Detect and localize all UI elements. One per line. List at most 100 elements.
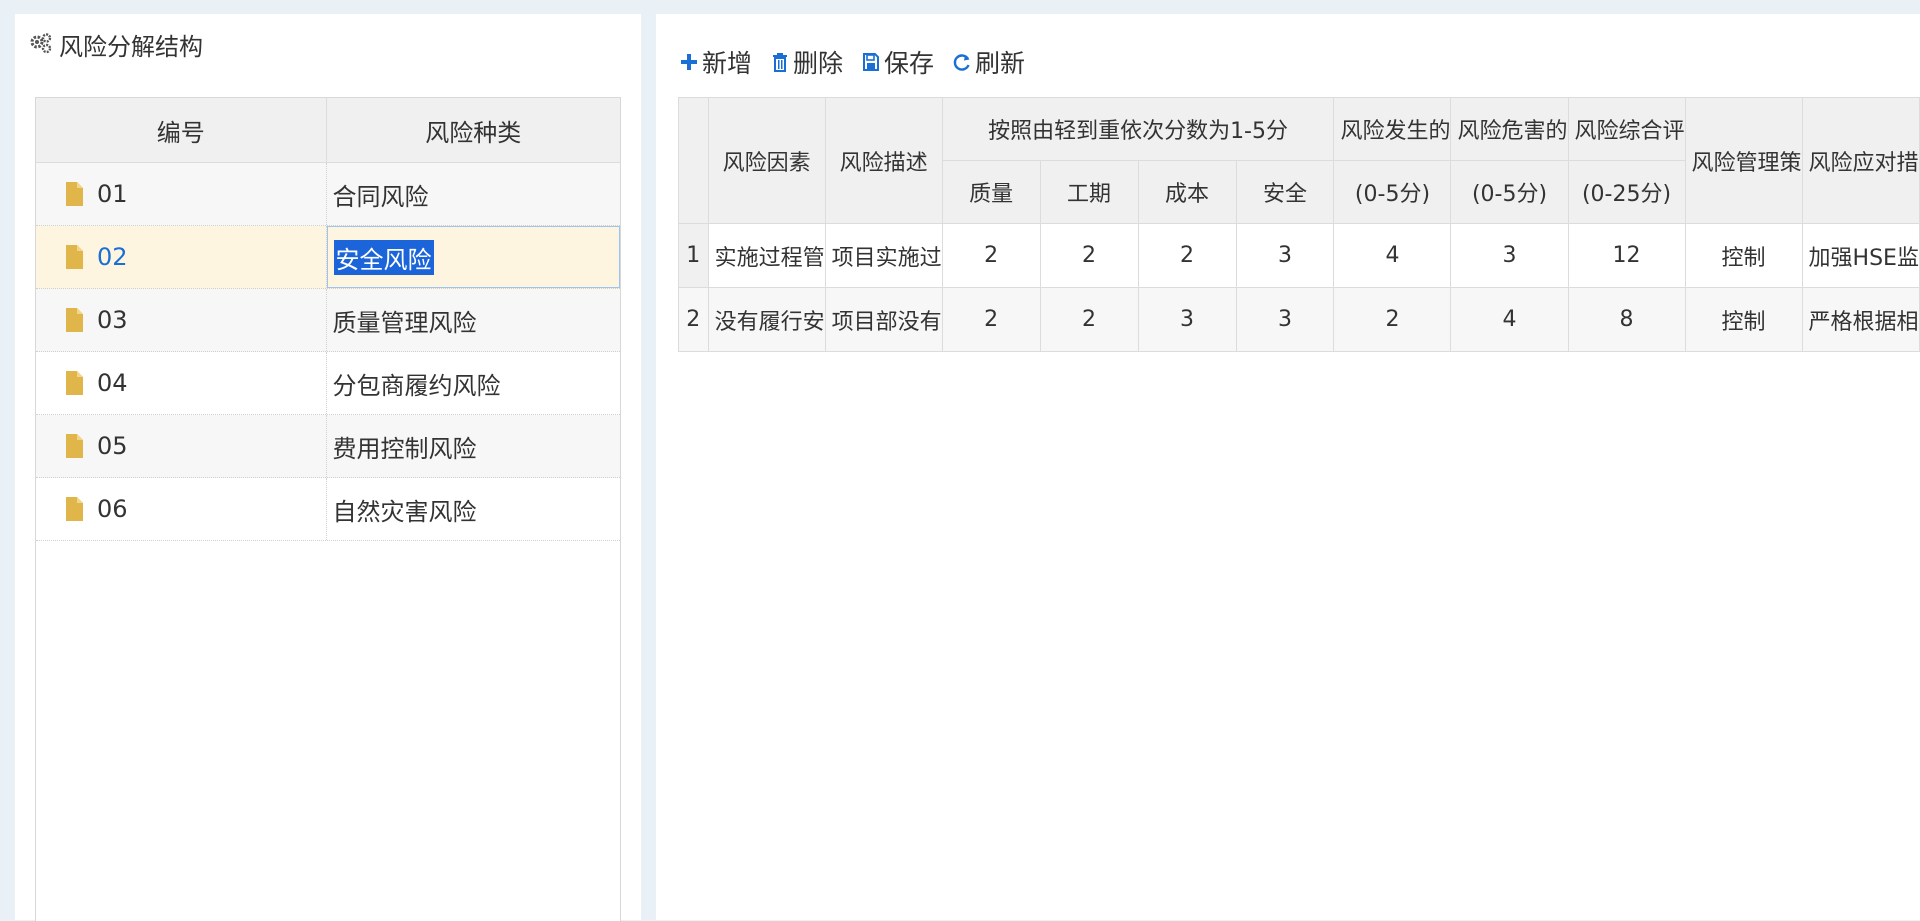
row-code: 04 bbox=[97, 369, 128, 397]
tree-cell-category[interactable]: 质量管理风险 bbox=[327, 289, 621, 351]
row-number-header bbox=[678, 97, 709, 224]
row-code: 01 bbox=[97, 180, 128, 208]
tree-rows: 01 合同风险 02 安全风险 03 质量管理风险 04 分包商履约风险 05 费用控制风险 06 自… bbox=[36, 163, 620, 541]
cell-hazard[interactable]: 4 bbox=[1450, 287, 1569, 352]
row-category: 质量管理风险 bbox=[332, 308, 477, 337]
tree-row[interactable]: 04 分包商履约风险 bbox=[36, 352, 620, 415]
cell-overall[interactable]: 12 bbox=[1567, 223, 1686, 288]
tree-cell-category[interactable]: 自然灾害风险 bbox=[327, 478, 621, 540]
risk-category-grid: 编号 风险种类 01 合同风险 02 安全风险 03 质量管理风险 04 分包商履约风险 05 费… bbox=[35, 97, 621, 921]
row-category: 合同风险 bbox=[332, 182, 429, 211]
column-header-strategy[interactable]: 风险管理策 bbox=[1684, 97, 1803, 224]
column-header-cost[interactable]: 成本 bbox=[1137, 160, 1237, 224]
cell-cost[interactable]: 3 bbox=[1137, 287, 1237, 352]
cell-factor[interactable]: 实施过程管 bbox=[707, 223, 826, 288]
tree-cell-category[interactable]: 安全风险 bbox=[326, 226, 620, 288]
row-category: 自然灾害风险 bbox=[332, 497, 477, 526]
cell-hazard[interactable]: 3 bbox=[1450, 223, 1569, 288]
column-header-description[interactable]: 风险描述 bbox=[824, 97, 943, 224]
row-category: 安全风险 bbox=[333, 239, 434, 275]
column-group-score: 按照由轻到重依次分数为1-5分 bbox=[941, 97, 1335, 161]
column-header-factor[interactable]: 风险因素 bbox=[707, 97, 826, 224]
gears-icon bbox=[30, 33, 52, 54]
file-icon bbox=[66, 434, 83, 458]
trash-icon bbox=[773, 53, 788, 72]
column-header-code[interactable]: 编号 bbox=[36, 98, 327, 162]
file-icon bbox=[66, 245, 83, 269]
column-header-safety[interactable]: 安全 bbox=[1235, 160, 1335, 224]
delete-button-label: 删除 bbox=[793, 49, 844, 78]
tree-cell-code[interactable]: 02 bbox=[36, 226, 327, 288]
cell-response[interactable]: 严格根据相 bbox=[1801, 287, 1920, 352]
cell-schedule[interactable]: 2 bbox=[1039, 223, 1139, 288]
column-header-hazard[interactable]: 风险危害的 bbox=[1450, 97, 1569, 161]
cell-overall[interactable]: 8 bbox=[1567, 287, 1686, 352]
tree-row[interactable]: 02 安全风险 bbox=[36, 226, 620, 289]
delete-button[interactable]: 删除 bbox=[770, 44, 843, 80]
tree-cell-code[interactable]: 06 bbox=[36, 478, 327, 540]
cell-description[interactable]: 项目实施过 bbox=[824, 223, 943, 288]
cell-cost[interactable]: 2 bbox=[1137, 223, 1237, 288]
column-header-overall[interactable]: 风险综合评 bbox=[1567, 97, 1686, 161]
add-button-label: 新增 bbox=[702, 49, 753, 78]
column-header-schedule[interactable]: 工期 bbox=[1039, 160, 1139, 224]
cell-strategy[interactable]: 控制 bbox=[1684, 287, 1803, 352]
tree-row[interactable]: 05 费用控制风险 bbox=[36, 415, 620, 478]
file-icon bbox=[66, 497, 83, 521]
cell-factor[interactable]: 没有履行安 bbox=[707, 287, 826, 352]
save-button-label: 保存 bbox=[884, 49, 935, 78]
column-header-response[interactable]: 风险应对措 bbox=[1801, 97, 1920, 224]
row-code: 05 bbox=[97, 432, 128, 460]
column-header-occurrence[interactable]: 风险发生的 bbox=[1333, 97, 1452, 161]
cell-quality[interactable]: 2 bbox=[941, 223, 1041, 288]
tree-cell-category[interactable]: 分包商履约风险 bbox=[327, 352, 621, 414]
cell-schedule[interactable]: 2 bbox=[1039, 287, 1139, 352]
risk-factor-grid: 风险因素 风险描述 按照由轻到重依次分数为1-5分 风险发生的 风险危害的 风险… bbox=[678, 97, 1920, 352]
grid-row[interactable]: 2 没有履行安 项目部没有 2 2 3 3 2 4 8 控制 严格根据相 bbox=[678, 287, 1920, 352]
cell-quality[interactable]: 2 bbox=[941, 287, 1041, 352]
cell-response[interactable]: 加强HSE监 bbox=[1801, 223, 1920, 288]
file-icon bbox=[66, 182, 83, 206]
row-number: 2 bbox=[678, 287, 709, 352]
toolbar: 新增 删除 保存 刷新 bbox=[679, 42, 1025, 82]
right-panel: 新增 删除 保存 刷新 风险因素 风险描述 按照由轻到重依次分数为1-5分 风险… bbox=[656, 14, 1920, 920]
column-header-category[interactable]: 风险种类 bbox=[327, 98, 621, 162]
row-number: 1 bbox=[678, 223, 709, 288]
refresh-button[interactable]: 刷新 bbox=[952, 44, 1025, 80]
refresh-button-label: 刷新 bbox=[975, 49, 1026, 78]
tree-cell-category[interactable]: 费用控制风险 bbox=[327, 415, 621, 477]
tree-cell-code[interactable]: 03 bbox=[36, 289, 327, 351]
plus-icon bbox=[681, 54, 697, 70]
grid-row[interactable]: 1 实施过程管 项目实施过 2 2 2 3 4 3 12 控制 加强HSE监 bbox=[678, 223, 1920, 288]
tree-row[interactable]: 06 自然灾害风险 bbox=[36, 478, 620, 541]
file-icon bbox=[66, 371, 83, 395]
tree-cell-code[interactable]: 04 bbox=[36, 352, 327, 414]
row-category: 分包商履约风险 bbox=[332, 371, 501, 400]
tree-cell-code[interactable]: 05 bbox=[36, 415, 327, 477]
add-button[interactable]: 新增 bbox=[679, 44, 752, 80]
panel-title-text: 风险分解结构 bbox=[59, 32, 203, 61]
panel-title: 风险分解结构 bbox=[29, 29, 203, 61]
refresh-icon bbox=[953, 54, 970, 71]
cell-description[interactable]: 项目部没有 bbox=[824, 287, 943, 352]
tree-grid-header: 编号 风险种类 bbox=[36, 98, 620, 163]
cell-safety[interactable]: 3 bbox=[1235, 223, 1335, 288]
file-icon bbox=[66, 308, 83, 332]
row-category: 费用控制风险 bbox=[332, 434, 477, 463]
cell-occurrence[interactable]: 4 bbox=[1333, 223, 1452, 288]
save-button[interactable]: 保存 bbox=[861, 44, 934, 80]
tree-cell-code[interactable]: 01 bbox=[36, 163, 327, 225]
cell-occurrence[interactable]: 2 bbox=[1333, 287, 1452, 352]
left-panel: 风险分解结构 编号 风险种类 01 合同风险 02 安全风险 03 质量管理风险 04 分包商… bbox=[15, 14, 641, 921]
row-code: 02 bbox=[97, 243, 128, 271]
tree-row[interactable]: 03 质量管理风险 bbox=[36, 289, 620, 352]
floppy-disk-icon bbox=[863, 53, 880, 71]
cell-strategy[interactable]: 控制 bbox=[1684, 223, 1803, 288]
column-header-overall-range: (0-25分) bbox=[1567, 160, 1686, 224]
row-code: 03 bbox=[97, 306, 128, 334]
grid-body: 1 实施过程管 项目实施过 2 2 2 3 4 3 12 控制 加强HSE监 2 没有履行安 项目部没有 2 2… bbox=[678, 223, 1920, 352]
cell-safety[interactable]: 3 bbox=[1235, 287, 1335, 352]
tree-cell-category[interactable]: 合同风险 bbox=[327, 163, 621, 225]
column-header-quality[interactable]: 质量 bbox=[941, 160, 1041, 224]
tree-row[interactable]: 01 合同风险 bbox=[36, 163, 620, 226]
